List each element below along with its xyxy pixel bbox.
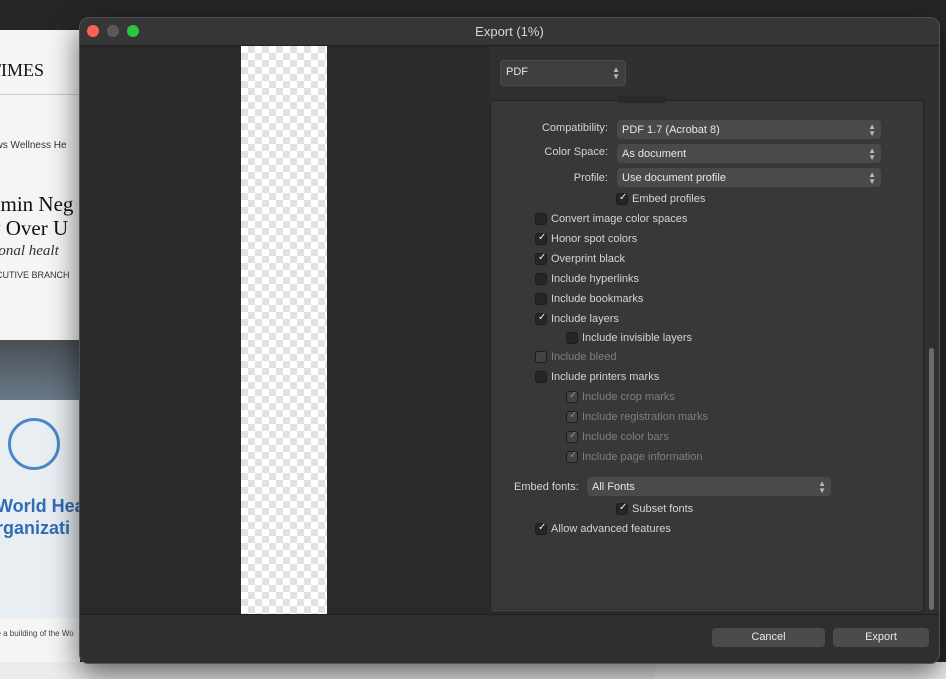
checkmark-icon: ✓: [619, 502, 628, 513]
include-bleed-checkbox[interactable]: [535, 351, 547, 363]
photo-caption: de a building of the Wo: [0, 629, 74, 638]
include-invisible-layers-label: Include invisible layers: [582, 332, 693, 344]
checkmark-icon: ✓: [538, 312, 547, 323]
include-registration-marks-label: Include registration marks: [582, 411, 708, 423]
overprint-black-label: Overprint black: [551, 253, 625, 265]
transparent-page-preview: [241, 46, 327, 614]
subset-fonts-checkbox[interactable]: ✓: [616, 502, 628, 515]
cancel-button[interactable]: Cancel: [712, 628, 825, 647]
section-kicker: ECUTIVE BRANCH: [0, 270, 70, 280]
include-crop-marks-label: Include crop marks: [582, 391, 675, 403]
subheadline: tional healt: [0, 243, 59, 259]
include-printers-marks-label: Include printers marks: [551, 371, 660, 383]
updown-chevron-icon: ▲ ▼: [818, 479, 826, 495]
article-photo: World Hea rganizati: [0, 340, 80, 618]
embed-profiles-label: Embed profiles: [632, 193, 706, 205]
include-bleed-label: Include bleed: [551, 351, 617, 363]
checkmark-icon: ✓: [538, 232, 547, 243]
sign-text-1: World Hea: [0, 496, 80, 516]
include-crop-marks-checkbox[interactable]: ✓: [566, 390, 578, 403]
section-nav[interactable]: ews Wellness He: [0, 140, 67, 151]
updown-chevron-icon: ▲ ▼: [868, 170, 876, 186]
masthead: TIMES: [0, 60, 44, 80]
include-printers-marks-checkbox[interactable]: [535, 371, 547, 383]
headline-line-1: dmin Neg: [0, 192, 74, 216]
format-select[interactable]: PDF ▲ ▼: [500, 60, 626, 86]
masthead-rule: [0, 94, 80, 95]
settings-scrollbar[interactable]: [929, 348, 934, 610]
include-color-bars-checkbox[interactable]: ✓: [566, 430, 578, 443]
title-bar[interactable]: Export (1%): [80, 18, 939, 46]
checkmark-icon: ✓: [569, 410, 578, 421]
format-select-value: PDF: [506, 66, 528, 78]
profile-label: Profile:: [573, 172, 608, 184]
checkmark-icon: ✓: [569, 390, 578, 401]
export-preview: [80, 46, 489, 614]
include-page-information-checkbox[interactable]: ✓: [566, 450, 578, 463]
include-hyperlinks-checkbox[interactable]: [535, 273, 547, 285]
convert-image-checkbox[interactable]: [535, 213, 547, 225]
checkmark-icon: ✓: [569, 430, 578, 441]
headline-line-2: y Over U: [0, 216, 69, 240]
background-page-bottom: [0, 662, 655, 679]
background-article: TIMES ews Wellness He dmin Neg y Over U …: [0, 30, 80, 670]
profile-value: Use document profile: [622, 172, 726, 184]
updown-chevron-icon: ▲ ▼: [612, 65, 620, 81]
honor-spot-checkbox[interactable]: ✓: [535, 232, 547, 245]
profile-select[interactable]: Use document profile ▲ ▼: [617, 168, 881, 187]
background-right-page: [655, 662, 946, 679]
include-hyperlinks-label: Include hyperlinks: [551, 273, 640, 285]
clipped-control: [617, 96, 667, 103]
include-page-information-label: Include page information: [582, 451, 703, 463]
include-bookmarks-label: Include bookmarks: [551, 293, 644, 305]
updown-chevron-icon: ▲ ▼: [868, 146, 876, 162]
sign-text-2: rganizati: [0, 518, 71, 538]
window-title: Export (1%): [475, 24, 544, 39]
export-button[interactable]: Export: [833, 628, 929, 647]
allow-advanced-label: Allow advanced features: [551, 523, 671, 535]
compatibility-label: Compatibility:: [541, 122, 608, 134]
embed-fonts-value: All Fonts: [592, 481, 635, 493]
convert-image-label: Convert image color spaces: [551, 213, 688, 225]
overprint-black-checkbox[interactable]: ✓: [535, 252, 547, 265]
subset-fonts-label: Subset fonts: [632, 503, 694, 515]
checkmark-icon: ✓: [569, 450, 578, 461]
include-layers-label: Include layers: [551, 313, 619, 325]
checkmark-icon: ✓: [538, 522, 547, 533]
color-space-label: Color Space:: [544, 146, 608, 158]
color-space-select[interactable]: As document ▲ ▼: [617, 144, 881, 163]
updown-chevron-icon: ▲ ▼: [868, 122, 876, 138]
embed-profiles-checkbox[interactable]: ✓: [616, 192, 628, 205]
who-logo-icon: [8, 418, 60, 470]
export-dialog: Export (1%) PDF ▲ ▼ Compatibility: PDF 1.…: [79, 17, 940, 664]
include-color-bars-label: Include color bars: [582, 431, 669, 443]
include-invisible-layers-checkbox[interactable]: [566, 332, 578, 344]
include-bookmarks-checkbox[interactable]: [535, 293, 547, 305]
embed-fonts-select[interactable]: All Fonts ▲ ▼: [587, 477, 831, 496]
include-layers-checkbox[interactable]: ✓: [535, 312, 547, 325]
honor-spot-label: Honor spot colors: [551, 233, 638, 245]
checkmark-icon: ✓: [619, 192, 628, 203]
compatibility-select[interactable]: PDF 1.7 (Acrobat 8) ▲ ▼: [617, 120, 881, 139]
allow-advanced-checkbox[interactable]: ✓: [535, 522, 547, 535]
include-registration-marks-checkbox[interactable]: ✓: [566, 410, 578, 423]
color-space-value: As document: [622, 148, 687, 160]
compatibility-value: PDF 1.7 (Acrobat 8): [622, 124, 720, 136]
checkmark-icon: ✓: [538, 252, 547, 263]
embed-fonts-label: Embed fonts:: [514, 481, 579, 493]
